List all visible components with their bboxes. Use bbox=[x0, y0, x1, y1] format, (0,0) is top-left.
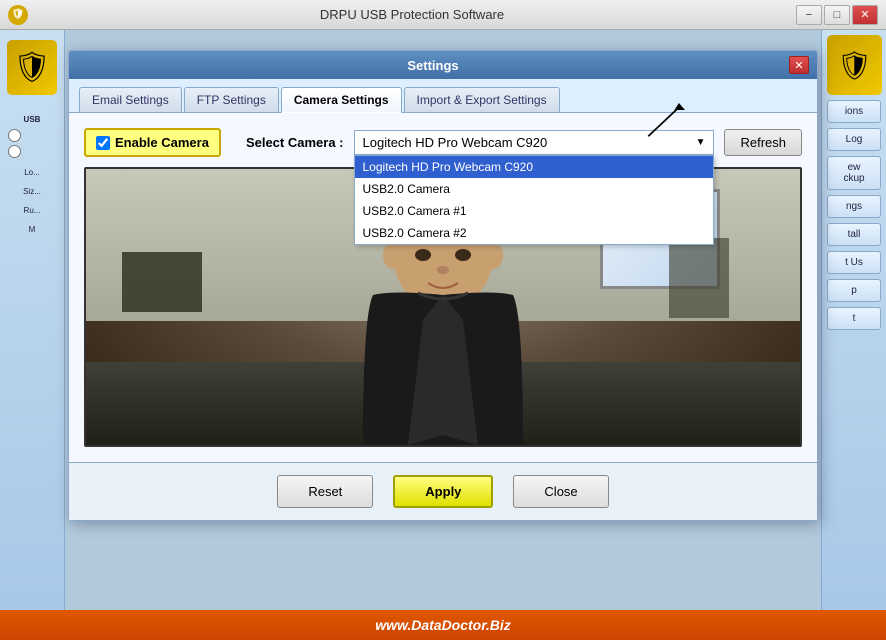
run-label: Ru... bbox=[24, 206, 41, 215]
settings-dialog: Settings ✕ Email Settings FTP Settings C… bbox=[68, 50, 818, 521]
tab-import-export-settings[interactable]: Import & Export Settings bbox=[404, 87, 560, 112]
camera-option-usb20-2[interactable]: USB2.0 Camera #2 bbox=[355, 222, 714, 244]
center-area: Settings ✕ Email Settings FTP Settings C… bbox=[65, 30, 821, 610]
dialog-title: Settings bbox=[77, 58, 789, 73]
refresh-button[interactable]: Refresh bbox=[724, 129, 802, 156]
app-logo bbox=[7, 40, 57, 95]
radio-option-2[interactable] bbox=[8, 145, 56, 158]
app-title: DRPU USB Protection Software bbox=[28, 7, 796, 22]
camera-option-usb20[interactable]: USB2.0 Camera bbox=[355, 178, 714, 200]
camera-select-wrapper: Logitech HD Pro Webcam C920 ▼ Logitech H… bbox=[354, 130, 715, 155]
bottom-bar-text: www.DataDoctor.Biz bbox=[375, 617, 511, 633]
bottom-bar: www.DataDoctor.Biz bbox=[0, 610, 886, 640]
right-logo: 🛡 bbox=[827, 35, 882, 95]
enable-camera-label: Enable Camera bbox=[115, 135, 209, 150]
right-btn-options-label: ions bbox=[845, 106, 863, 117]
maximize-button[interactable]: □ bbox=[824, 5, 850, 25]
title-bar: 🛡 DRPU USB Protection Software − □ ✕ bbox=[0, 0, 886, 30]
apply-button[interactable]: Apply bbox=[393, 475, 493, 508]
reset-button[interactable]: Reset bbox=[277, 475, 373, 508]
dialog-close-button[interactable]: ✕ bbox=[789, 56, 809, 74]
right-btn-t-label: t bbox=[853, 313, 856, 324]
window-controls: − □ ✕ bbox=[796, 5, 878, 25]
right-btn-t[interactable]: t bbox=[827, 307, 881, 330]
app-close-button[interactable]: ✕ bbox=[852, 5, 878, 25]
dropdown-arrow-icon: ▼ bbox=[696, 137, 706, 148]
right-sidebar: 🛡 ions Log ewckup ngs tall t Us p t bbox=[821, 30, 886, 610]
dialog-title-bar: Settings ✕ bbox=[69, 51, 817, 79]
right-btn-backup-label: ewckup bbox=[843, 162, 864, 184]
right-btn-p-label: p bbox=[851, 285, 857, 296]
tabs-bar: Email Settings FTP Settings Camera Setti… bbox=[69, 79, 817, 113]
enable-camera-checkbox[interactable]: Enable Camera bbox=[84, 128, 221, 157]
bg-cabinet bbox=[669, 238, 729, 318]
usb-label: USB bbox=[24, 115, 41, 124]
left-sidebar: USB Lo... Siz... Ru... M bbox=[0, 30, 65, 610]
m-label: M bbox=[29, 225, 36, 234]
right-btn-log-label: Log bbox=[846, 134, 863, 145]
minimize-button[interactable]: − bbox=[796, 5, 822, 25]
main-content: USB Lo... Siz... Ru... M Settings ✕ bbox=[0, 30, 886, 610]
log-label: Lo... bbox=[24, 168, 40, 177]
radio-group bbox=[5, 129, 59, 158]
radio-input-2[interactable] bbox=[8, 145, 21, 158]
camera-option-usb20-1[interactable]: USB2.0 Camera #1 bbox=[355, 200, 714, 222]
right-btn-contact-label: t Us bbox=[845, 257, 863, 268]
tab-email-settings[interactable]: Email Settings bbox=[79, 87, 182, 112]
dialog-body: Enable Camera Select Camera : Logitech H… bbox=[69, 113, 817, 462]
enable-camera-input[interactable] bbox=[96, 136, 110, 150]
size-label: Siz... bbox=[23, 187, 41, 196]
selected-camera-text: Logitech HD Pro Webcam C920 bbox=[363, 135, 691, 150]
camera-controls-row: Enable Camera Select Camera : Logitech H… bbox=[84, 128, 802, 157]
right-btn-backup[interactable]: ewckup bbox=[827, 156, 881, 190]
tab-ftp-settings[interactable]: FTP Settings bbox=[184, 87, 279, 112]
right-btn-install[interactable]: tall bbox=[827, 223, 881, 246]
select-camera-label: Select Camera : bbox=[246, 135, 344, 150]
dialog-footer: Reset Apply Close bbox=[69, 462, 817, 520]
right-btn-settings[interactable]: ngs bbox=[827, 195, 881, 218]
bg-equipment bbox=[122, 252, 202, 312]
right-btn-options[interactable]: ions bbox=[827, 100, 881, 123]
close-button[interactable]: Close bbox=[513, 475, 608, 508]
tab-camera-settings[interactable]: Camera Settings bbox=[281, 87, 402, 113]
modal-overlay: Settings ✕ Email Settings FTP Settings C… bbox=[65, 30, 821, 610]
right-btn-p[interactable]: p bbox=[827, 279, 881, 302]
radio-option-1[interactable] bbox=[8, 129, 56, 142]
right-btn-log[interactable]: Log bbox=[827, 128, 881, 151]
camera-option-logitech[interactable]: Logitech HD Pro Webcam C920 bbox=[355, 156, 714, 178]
right-btn-contact[interactable]: t Us bbox=[827, 251, 881, 274]
app-icon: 🛡 bbox=[8, 5, 28, 25]
right-btn-install-label: tall bbox=[848, 229, 861, 240]
camera-dropdown-trigger[interactable]: Logitech HD Pro Webcam C920 ▼ bbox=[354, 130, 715, 155]
radio-input-1[interactable] bbox=[8, 129, 21, 142]
camera-dropdown-menu: Logitech HD Pro Webcam C920 USB2.0 Camer… bbox=[354, 155, 715, 245]
right-btn-settings-label: ngs bbox=[846, 201, 862, 212]
